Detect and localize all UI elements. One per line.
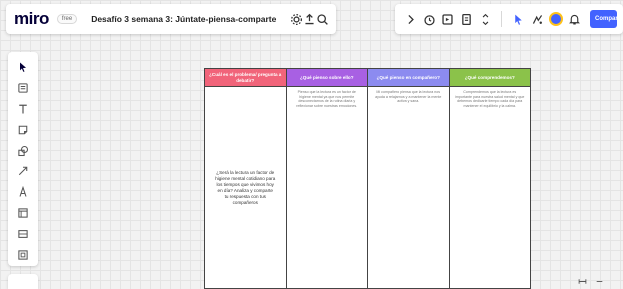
board-column[interactable]: ¿Qué comprendemos? Comprendemos que la l… (449, 69, 531, 288)
miro-logo[interactable]: miro (14, 9, 49, 29)
cursor-pointer-icon[interactable] (509, 8, 528, 30)
pen-tool[interactable] (12, 182, 34, 202)
zoom-controls (572, 274, 623, 289)
sticky-note-icon (18, 125, 28, 134)
table-icon (18, 230, 28, 239)
upload-icon[interactable] (303, 8, 316, 30)
more-apps-icon[interactable] (476, 8, 495, 30)
column-header[interactable]: ¿Cuál es el problema/ pregunta a debatir… (205, 69, 286, 87)
top-right-panel: Compartir (395, 4, 623, 34)
settings-icon[interactable] (290, 8, 303, 30)
arrow-line-icon (18, 167, 28, 176)
pen-icon (19, 186, 27, 198)
divider (501, 11, 503, 27)
upload-frame-icon (18, 250, 28, 260)
user-avatar[interactable] (547, 8, 566, 30)
search-icon[interactable] (316, 8, 329, 30)
column-body[interactable]: ¿Será la lectura un factor de higiene me… (205, 87, 286, 288)
bottom-left-panel[interactable] (8, 274, 38, 289)
notifications-icon[interactable] (565, 8, 584, 30)
text-tool[interactable] (12, 99, 34, 119)
share-button[interactable]: Compartir (590, 10, 618, 28)
top-left-panel: miro free Desafío 3 semana 3: Júntate-pi… (6, 4, 336, 34)
connection-line-tool[interactable] (12, 162, 34, 182)
left-toolbar (8, 52, 38, 266)
present-icon[interactable] (438, 8, 457, 30)
column-body[interactable]: Pienso que la lectura es un factor de hi… (287, 87, 368, 288)
avatar (549, 12, 563, 26)
timer-icon[interactable] (420, 8, 439, 30)
upload-tool[interactable] (12, 245, 34, 265)
comment-tool[interactable] (12, 224, 34, 244)
plan-badge[interactable]: free (56, 14, 78, 24)
notes-icon[interactable] (457, 8, 476, 30)
reactions-icon[interactable] (528, 8, 547, 30)
column-body[interactable]: Comprendemos que la lectura es important… (450, 87, 531, 288)
board-column[interactable]: ¿Qué pienso en compañero? Mi compañero p… (368, 69, 450, 288)
board-table[interactable]: ¿Cuál es el problema/ pregunta a debatir… (204, 68, 531, 289)
fit-to-screen-icon[interactable] (578, 273, 587, 289)
board-column[interactable]: ¿Qué pienso sobre ello? Pienso que la le… (286, 69, 368, 288)
chevron-right-icon[interactable] (401, 8, 420, 30)
board-title[interactable]: Desafío 3 semana 3: Júntate-piensa-compa… (91, 14, 276, 24)
sticky-note-tool[interactable] (12, 120, 34, 140)
board-column[interactable]: ¿Cuál es el problema/ pregunta a debatir… (205, 69, 287, 288)
templates-tool[interactable] (12, 78, 34, 98)
shapes-icon (18, 145, 29, 156)
zoom-out-icon[interactable] (595, 273, 604, 289)
shapes-tool[interactable] (12, 141, 34, 161)
text-icon (19, 104, 27, 114)
select-tool[interactable] (12, 57, 34, 77)
cursor-icon (20, 62, 26, 72)
column-header[interactable]: ¿Qué pienso en compañero? (368, 69, 449, 87)
frame-tool[interactable] (12, 203, 34, 223)
column-header[interactable]: ¿Qué pienso sobre ello? (286, 69, 367, 87)
column-body[interactable]: Mi compañero piensa que la lectura nos a… (368, 87, 449, 288)
column-header[interactable]: ¿Qué comprendemos? (449, 69, 530, 87)
template-icon (18, 83, 28, 93)
frame-icon (18, 208, 28, 218)
